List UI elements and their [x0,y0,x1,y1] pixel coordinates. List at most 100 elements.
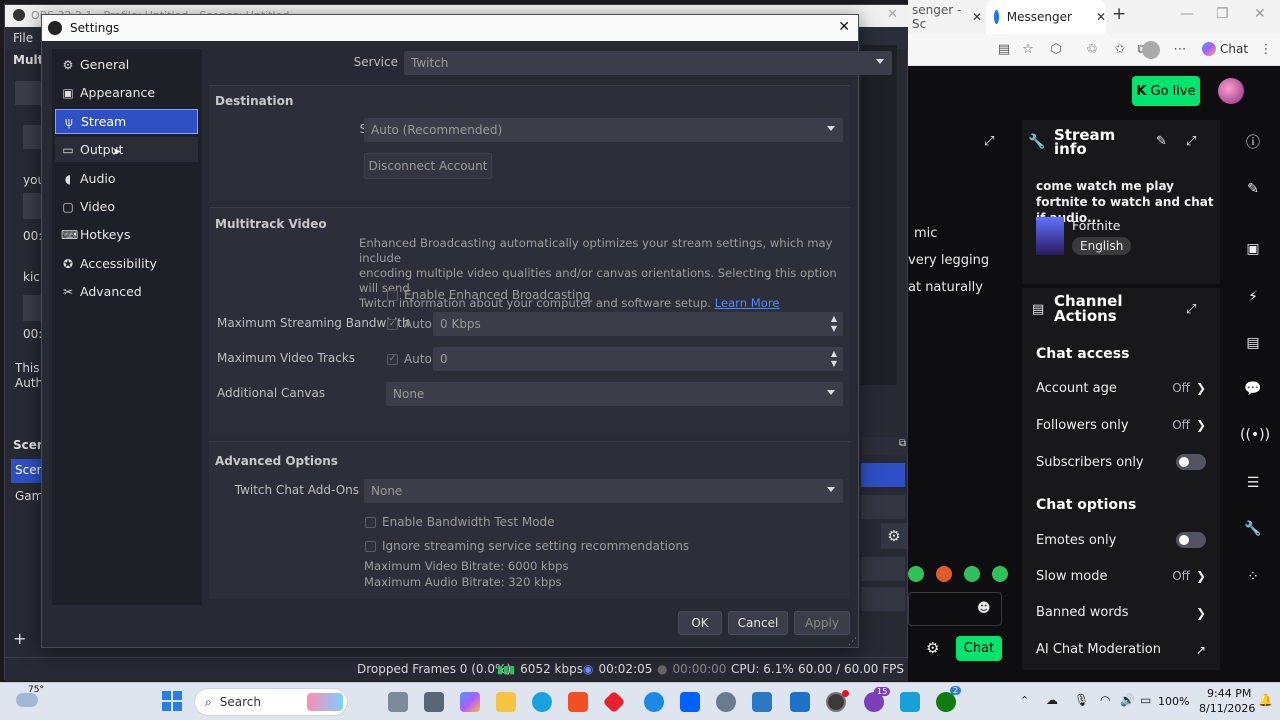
volume-icon[interactable]: 🔊 [1120,693,1135,707]
ai-chat-moderation-row[interactable]: AI Chat Moderation ↗ [1036,642,1206,657]
chat-settings-gear-icon[interactable]: ⚙ [926,639,939,657]
obs-control-button-snip[interactable] [861,587,905,611]
profile-icon[interactable] [1142,41,1160,59]
sidebar-item-video[interactable]: ▢ Video [55,194,198,219]
checkbox-checked[interactable]: ✓ [387,318,398,330]
additional-canvas-select[interactable]: None [386,382,843,406]
bandwidth-test-mode[interactable]: Enable Bandwidth Test Mode [365,515,555,529]
close-tab-icon[interactable]: ✕ [1096,10,1106,24]
checkbox[interactable] [365,540,376,552]
close-window-icon[interactable]: ✕ [1254,6,1266,22]
clip-icon[interactable]: ▣ [1240,236,1266,262]
broadcast-icon[interactable]: ((•)) [1240,422,1270,448]
checkbox[interactable] [387,289,398,301]
sidebar-item-appearance[interactable]: ▣ Appearance [55,80,198,105]
emote-icon[interactable] [964,566,980,582]
copilot-taskbar-icon[interactable] [460,692,480,712]
taskbar-search[interactable]: ⌕ Search [194,688,348,716]
favorites-icon[interactable]: ✩ [1112,42,1128,58]
clock-time[interactable]: 9:44 PM [1207,687,1251,700]
reading-view-icon[interactable]: ▤ [996,42,1012,58]
edge-browser-icon[interactable] [532,692,552,712]
ignore-recommendations[interactable]: Ignore streaming service setting recomme… [365,539,689,553]
enable-enhanced-broadcasting[interactable]: Enable Enhanced Broadcasting [387,288,591,302]
microsoft-store-icon[interactable] [568,692,588,712]
spin-arrows-icon[interactable]: ▲ ▼ [825,347,843,371]
subscribers-only-toggle[interactable] [1176,454,1206,470]
onedrive-icon[interactable]: ☁ [1046,693,1058,707]
chat-input[interactable]: ☻ [908,592,1002,626]
sidebar-item-output[interactable]: ▭ Output ➤ [55,137,198,162]
settings-icon[interactable] [716,692,736,712]
banned-words-row[interactable]: Banned words ❯ [1036,605,1206,620]
sidebar-more-icon[interactable]: ⋮ [1258,42,1274,58]
outlook-icon[interactable] [752,692,772,712]
server-select[interactable]: Auto (Recommended) [364,118,843,142]
sidebar-item-advanced[interactable]: ✂ Advanced [55,279,198,304]
apply-button[interactable]: Apply [794,611,850,635]
obs-close-icon[interactable]: ✕ [887,7,898,22]
microphone-icon[interactable]: 🎙 [1074,693,1089,707]
file-explorer-icon[interactable] [496,692,516,712]
new-tab-icon[interactable]: + [1112,4,1126,24]
ok-button[interactable]: OK [678,611,722,635]
close-icon[interactable]: ✕ [838,19,850,35]
obs-list-item-selected-snip[interactable] [861,463,905,487]
checkbox[interactable] [365,516,376,528]
extensions-icon[interactable]: ⬡ [1048,42,1064,58]
sidebar-item-stream[interactable]: ψ Stream [55,109,198,134]
followers-only-row[interactable]: Followers only Off ❯ [1036,418,1206,433]
emoji-picker-icon[interactable]: ☻ [977,601,991,616]
popout-icon[interactable]: ⤢ [1186,302,1196,317]
go-live-button[interactable]: K Go live [1132,76,1200,106]
maximize-icon[interactable]: ❐ [1216,6,1229,22]
close-tab-icon[interactable]: ✕ [972,10,982,24]
chat-send-button[interactable]: Chat [956,636,1002,661]
sidebar-item-hotkeys[interactable]: ⌨ Hotkeys [55,222,198,247]
task-view-icon[interactable] [388,692,408,712]
menu-file[interactable]: File [13,31,33,45]
slow-mode-row[interactable]: Slow mode Off ❯ [1036,569,1206,584]
obs-list-item-snip[interactable] [861,495,905,519]
chat-addons-select[interactable]: None [364,479,843,503]
app-icon[interactable] [900,692,920,712]
info-icon[interactable]: ⓘ [1240,130,1266,156]
browser-essentials-icon[interactable]: ♲ [1084,42,1100,58]
obs-control-button-snip[interactable] [861,557,905,581]
service-select[interactable]: Twitch [404,51,892,75]
emote-icon[interactable] [908,566,924,582]
emotes-only-toggle[interactable] [1176,532,1206,548]
terminal-icon[interactable] [424,692,444,712]
avatar[interactable] [1218,78,1244,104]
dropbox-icon[interactable] [680,692,700,712]
max-video-tracks-spinbox[interactable]: 0 ▲ ▼ [433,347,843,371]
resize-grip-icon[interactable]: ⋰ [848,637,857,647]
sidebar-item-audio[interactable]: ◖ Audio [55,166,198,191]
max-bandwidth-auto[interactable]: ✓ Auto [387,317,432,331]
max-tracks-auto[interactable]: ✓ Auto [387,352,432,366]
emote-icon[interactable] [992,566,1008,582]
undock-icon[interactable]: ⧉ [899,438,906,449]
edit-icon[interactable]: ✎ [1240,176,1266,202]
weather-widget[interactable]: 75° [16,685,44,713]
scene-item-selected[interactable]: Scene [11,459,52,483]
lightning-icon[interactable]: ⚡ [1240,284,1266,310]
wrench-icon[interactable]: 🔧 [1240,516,1266,542]
spin-arrows-icon[interactable]: ▲ ▼ [825,312,843,336]
xbox-icon[interactable] [936,692,956,712]
add-scene-icon[interactable]: + [13,629,26,648]
emote-icon[interactable] [936,566,952,582]
wifi-icon[interactable]: ◠ [1100,693,1110,707]
favorite-star-icon[interactable]: ☆ [1020,42,1036,58]
tab-messenger-inactive[interactable]: senger - Sc ✕ [908,0,982,34]
popout-icon[interactable]: ⤢ [984,134,994,149]
queue-icon[interactable]: ☰ [1240,470,1266,496]
disconnect-account-button[interactable]: Disconnect Account [364,153,492,179]
start-button[interactable] [162,691,182,711]
learn-more-link[interactable]: Learn More [715,296,780,310]
app-diamond-icon[interactable] [602,690,626,714]
chevron-up-icon[interactable]: ⌃ [1020,694,1029,707]
notes-icon[interactable]: ▤ [1240,330,1266,356]
sidebar-item-accessibility[interactable]: ✪ Accessibility [55,251,198,276]
copilot-chat-button[interactable]: Chat [1202,42,1248,56]
